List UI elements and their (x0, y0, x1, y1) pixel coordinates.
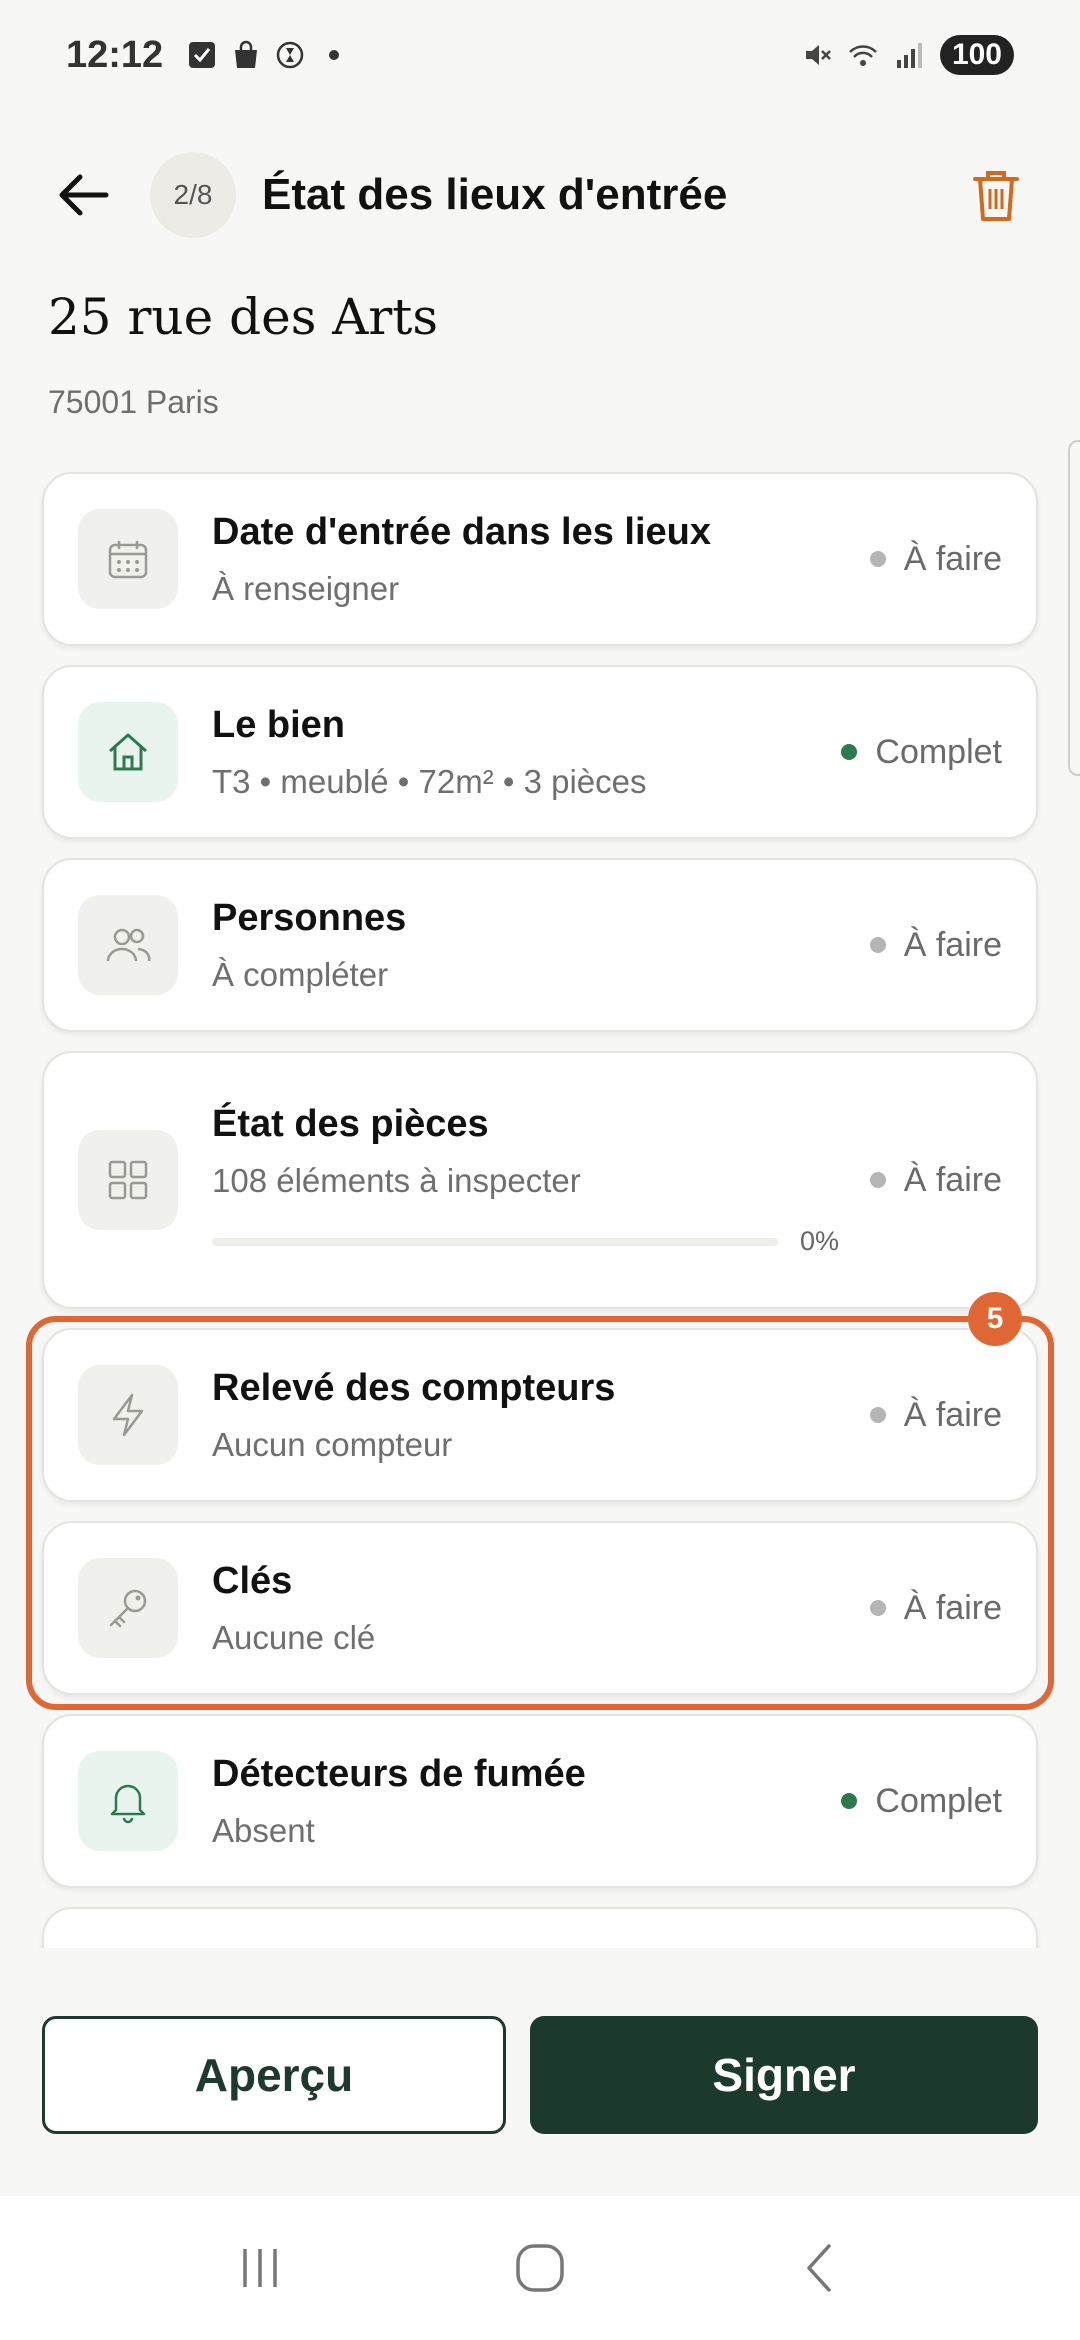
app-header: 2/8 État des lieux d'entrée (0, 140, 1080, 250)
preview-button[interactable]: Aperçu (42, 2016, 506, 2134)
trash-icon (973, 171, 1019, 221)
system-back-button[interactable] (770, 2228, 870, 2308)
section-title: Le bien (212, 703, 346, 746)
status-badge: À faire (869, 925, 1002, 965)
arrow-left-icon (59, 174, 109, 216)
status-label: Complet (875, 1781, 1002, 1820)
status-dot (841, 1793, 858, 1809)
status-dot (869, 1172, 886, 1188)
status-dot (869, 551, 886, 567)
timer-icon (276, 41, 304, 69)
section-subtitle: 108 éléments à inspecter (212, 1162, 581, 1199)
highlight-badge: 5 (968, 1292, 1022, 1346)
page-title: État des lieux d'entrée (262, 170, 728, 219)
section-title: Personnes (212, 896, 407, 939)
status-badge: Complet (841, 733, 1002, 772)
status-label: À faire (903, 925, 1002, 964)
dot-icon (329, 50, 340, 60)
bag-icon (235, 40, 258, 68)
highlight-frame (26, 1316, 1054, 1710)
section-subtitle: T3 • meublé • 72m² • 3 pièces (212, 762, 647, 800)
section-card-smoke-detectors[interactable]: Détecteurs de fumée Absent Complet (42, 1714, 1038, 1888)
mute-icon (805, 45, 831, 65)
section-title: État des pièces (212, 1103, 489, 1145)
recent-apps-icon (243, 2249, 277, 2287)
address-city: 75001 Paris (48, 384, 219, 420)
bell-icon (110, 1784, 146, 1824)
sign-button[interactable]: Signer (530, 2016, 1038, 2134)
delete-button[interactable] (960, 159, 1032, 231)
address-street: 25 rue des Arts (48, 288, 439, 346)
status-badge: À faire (869, 1160, 1002, 1200)
status-label: À faire (903, 1160, 1002, 1199)
progress-label: 0% (800, 1226, 840, 1256)
grid-icon (108, 1160, 148, 1200)
status-badge: À faire (869, 539, 1002, 579)
checkbox-icon (189, 42, 216, 68)
section-subtitle: Absent (212, 1811, 315, 1849)
progress-bar: 0% (212, 1226, 870, 1257)
calendar-icon (108, 541, 148, 579)
home-button[interactable] (490, 2228, 590, 2308)
back-button[interactable] (48, 159, 120, 231)
status-dot (841, 744, 858, 760)
home-icon (109, 733, 147, 771)
section-card-property[interactable]: Le bien T3 • meublé • 72m² • 3 pièces Co… (42, 665, 1038, 839)
system-nav-bar (0, 2196, 1080, 2340)
section-title: Date d'entrée dans les lieux (212, 510, 712, 553)
battery-indicator: 100 (939, 35, 1014, 75)
people-icon (106, 928, 151, 962)
status-label: À faire (903, 539, 1002, 578)
status-time: 12:12 (66, 33, 164, 76)
status-bar: 12:12 100 (0, 0, 1080, 110)
section-subtitle: À compléter (212, 955, 389, 993)
section-card-people[interactable]: Personnes À compléter À faire (42, 858, 1038, 1032)
step-badge: 2/8 (150, 152, 236, 238)
section-card-date[interactable]: Date d'entrée dans les lieux À renseigne… (42, 472, 1038, 646)
section-title: Détecteurs de fumée (212, 1752, 586, 1795)
scroll-handle[interactable] (1068, 440, 1080, 776)
home-circle-icon (516, 2244, 564, 2292)
status-label: Complet (875, 732, 1002, 771)
recent-apps-button[interactable] (210, 2228, 310, 2308)
section-card-rooms[interactable]: État des pièces 108 éléments à inspecter… (42, 1051, 1038, 1309)
status-badge: Complet (841, 1782, 1002, 1821)
status-dot (869, 937, 886, 953)
wifi-icon (849, 45, 877, 66)
chevron-left-icon (807, 2244, 831, 2292)
section-subtitle: À renseigner (212, 569, 400, 607)
signal-icon (896, 43, 922, 68)
